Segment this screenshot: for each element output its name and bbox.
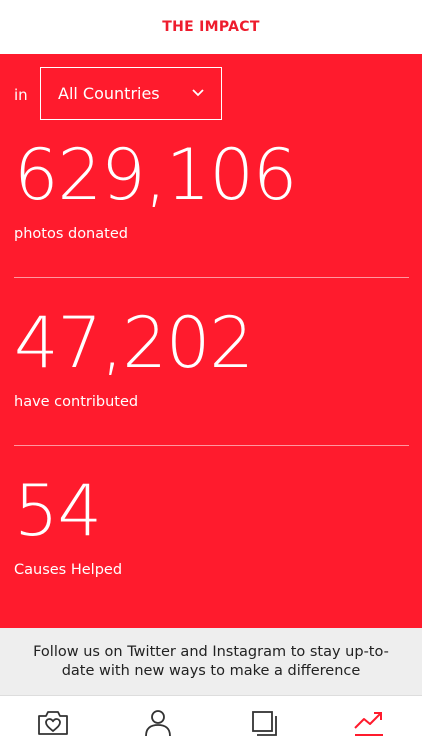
stat-contributors: 47,202 have contributed xyxy=(14,302,254,410)
person-icon xyxy=(145,710,172,737)
tab-profile[interactable] xyxy=(128,698,188,748)
social-follow-banner[interactable]: Follow us on Twitter and Instagram to st… xyxy=(0,628,422,695)
stat-label: Causes Helped xyxy=(14,562,123,578)
stat-value: 47,202 xyxy=(14,302,254,384)
divider xyxy=(14,277,409,278)
stat-value: 54 xyxy=(14,470,102,552)
country-dropdown[interactable]: All Countries xyxy=(40,67,222,120)
country-dropdown-value: All Countries xyxy=(58,84,160,103)
stat-value: 629,106 xyxy=(14,134,297,216)
chevron-down-icon xyxy=(192,89,204,97)
stat-causes-helped: 54 Causes Helped xyxy=(14,476,122,578)
stacked-squares-icon xyxy=(251,711,277,736)
divider xyxy=(14,445,409,446)
page-title: THE IMPACT xyxy=(162,19,260,35)
bottom-tab-bar xyxy=(0,695,422,750)
stat-photos-donated: 629,106 photos donated xyxy=(14,134,297,242)
heart-camera-icon xyxy=(37,711,68,735)
tab-gallery[interactable] xyxy=(234,698,294,748)
top-header: THE IMPACT xyxy=(0,0,422,54)
stat-label: photos donated xyxy=(14,226,128,242)
tab-donate[interactable] xyxy=(23,698,83,748)
tab-impact[interactable] xyxy=(339,698,399,748)
social-follow-text: Follow us on Twitter and Instagram to st… xyxy=(33,643,389,679)
filter-prefix-label: in xyxy=(14,85,28,104)
stat-label: have contributed xyxy=(14,394,139,410)
impact-panel: in All Countries 629,106 photos donated … xyxy=(0,54,422,628)
trend-up-icon xyxy=(354,712,384,736)
country-filter-row: in All Countries xyxy=(14,67,222,122)
